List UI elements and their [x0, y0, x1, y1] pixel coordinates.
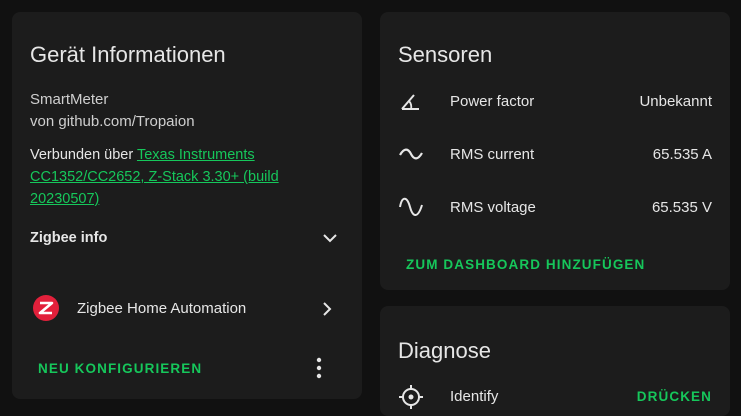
sensor-value: 65.535 A [652, 146, 712, 163]
sensor-row-rms-voltage[interactable]: RMS voltage 65.535 V [380, 190, 730, 224]
more-vert-icon[interactable] [314, 357, 324, 379]
chevron-down-icon[interactable] [322, 230, 338, 246]
sensor-row-rms-current[interactable]: RMS current 65.535 A [380, 137, 730, 171]
integration-label: Zigbee Home Automation [77, 300, 247, 317]
add-to-dashboard-button[interactable]: ZUM DASHBOARD HINZUFÜGEN [406, 257, 645, 272]
device-info-card: Gerät Informationen SmartMeter von githu… [12, 12, 362, 399]
device-manufacturer: von github.com/Tropaion [30, 113, 195, 130]
sensors-card: Sensoren Power factor Unbekannt RMS curr… [380, 12, 730, 290]
device-info-title: Gerät Informationen [30, 42, 226, 67]
connected-via-label: Verbunden über [30, 147, 137, 163]
sine-wave-icon [398, 194, 424, 220]
diag-row-identify[interactable]: Identify DRÜCKEN [380, 380, 730, 410]
sensor-label: Power factor [450, 93, 535, 110]
sensor-label: RMS current [450, 146, 535, 163]
angle-icon [398, 90, 422, 112]
diagnostics-card: Diagnose Identify DRÜCKEN [380, 306, 730, 416]
sensor-label: RMS voltage [450, 199, 536, 216]
connected-via: Verbunden über Texas Instruments CC1352/C… [30, 144, 350, 210]
integration-row[interactable]: Zigbee Home Automation [12, 288, 362, 328]
zha-logo-icon [32, 294, 60, 322]
device-model: SmartMeter [30, 91, 109, 108]
sensors-title: Sensoren [398, 42, 493, 67]
target-icon [398, 384, 424, 410]
zigbee-info-label: Zigbee info [30, 230, 108, 246]
sensor-value: Unbekannt [639, 93, 712, 110]
reconfigure-button[interactable]: NEU KONFIGURIEREN [38, 361, 202, 376]
chevron-right-icon [320, 301, 334, 317]
zigbee-info-toggle[interactable]: Zigbee info [30, 230, 107, 246]
sensor-row-power-factor[interactable]: Power factor Unbekannt [380, 84, 730, 118]
sensor-value: 65.535 V [651, 199, 712, 216]
diag-label: Identify [450, 388, 499, 405]
diagnostics-title: Diagnose [398, 338, 491, 363]
current-ac-icon [398, 146, 424, 162]
